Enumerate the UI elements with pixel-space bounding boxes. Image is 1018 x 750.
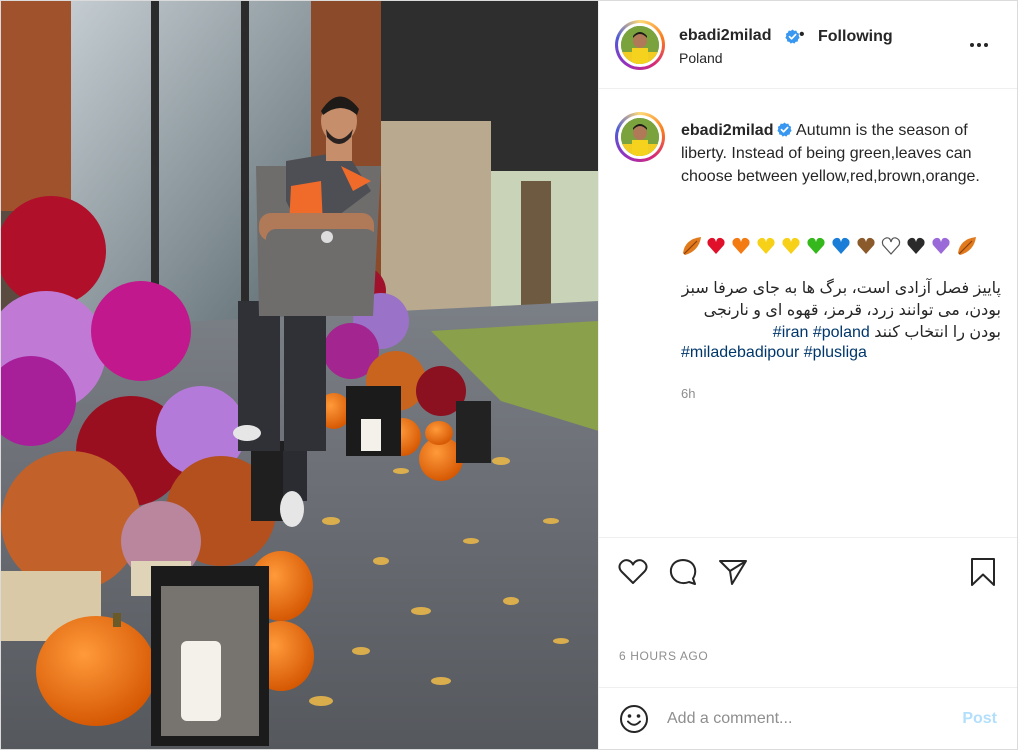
post-photo[interactable] bbox=[1, 1, 599, 749]
follow-separator: • bbox=[799, 26, 805, 43]
white-heart-icon bbox=[881, 237, 901, 255]
posted-time[interactable]: 6 HOURS AGO bbox=[619, 649, 708, 663]
bookmark-icon[interactable] bbox=[966, 555, 1000, 589]
caption-username[interactable]: ebadi2milad bbox=[681, 122, 773, 139]
caption-avatar[interactable] bbox=[615, 112, 665, 162]
comment-input[interactable] bbox=[667, 708, 937, 730]
paper-plane-icon[interactable] bbox=[716, 555, 750, 589]
post-sidebar: ebadi2milad • Following Poland ebadi2mil… bbox=[599, 1, 1017, 749]
author-username[interactable]: ebadi2milad bbox=[679, 27, 771, 45]
caption-area: ebadi2milad Autumn is the season of libe… bbox=[599, 90, 1017, 538]
verified-badge-icon bbox=[785, 29, 800, 44]
orange-heart-icon bbox=[732, 237, 750, 254]
hashtag-plusliga[interactable]: #plusliga bbox=[804, 344, 867, 361]
purple-heart-icon bbox=[932, 237, 950, 254]
action-bar bbox=[599, 551, 1017, 595]
blue-heart-icon bbox=[832, 237, 850, 254]
verified-badge-icon bbox=[777, 122, 793, 137]
avatar-image bbox=[621, 26, 659, 64]
post-header: ebadi2milad • Following Poland bbox=[599, 1, 1017, 89]
hashtag-poland[interactable]: #poland bbox=[813, 324, 870, 341]
location-link[interactable]: Poland bbox=[679, 50, 723, 66]
hashtag-miladebadipour[interactable]: #miladebadipour bbox=[681, 344, 799, 361]
green-heart-icon bbox=[807, 237, 825, 254]
avatar[interactable] bbox=[615, 20, 665, 70]
black-heart-icon bbox=[907, 237, 925, 254]
caption-text: ebadi2milad Autumn is the season of libe… bbox=[681, 119, 1001, 188]
more-options-icon[interactable] bbox=[967, 35, 991, 55]
brown-heart-icon bbox=[857, 237, 875, 254]
caption-relative-time[interactable]: 6h bbox=[681, 386, 695, 401]
red-heart-icon bbox=[707, 237, 725, 254]
emoji-row bbox=[681, 233, 1001, 257]
speech-bubble-icon[interactable] bbox=[666, 555, 700, 589]
post-comment-button[interactable]: Post bbox=[962, 710, 997, 728]
caption-persian: پاییز فصل آزادی است، برگ ها به جای صرفا … bbox=[681, 278, 1001, 344]
hashtag-iran[interactable]: #iran bbox=[773, 324, 809, 341]
heart-outline-icon[interactable] bbox=[616, 555, 650, 589]
fallen-leaf-icon bbox=[683, 237, 701, 255]
comment-bar: Post bbox=[599, 687, 1017, 749]
yellow-heart-icon bbox=[757, 237, 775, 254]
hashtag-line: #miladebadipour #plusliga bbox=[681, 344, 867, 362]
post-image bbox=[1, 1, 598, 749]
smiley-face-icon[interactable] bbox=[618, 703, 650, 735]
following-button[interactable]: Following bbox=[818, 28, 893, 46]
instagram-post: ebadi2milad • Following Poland ebadi2mil… bbox=[0, 0, 1018, 750]
fallen-leaf-icon bbox=[958, 237, 976, 255]
yellow-heart-icon bbox=[782, 237, 800, 254]
avatar-image bbox=[621, 118, 659, 156]
